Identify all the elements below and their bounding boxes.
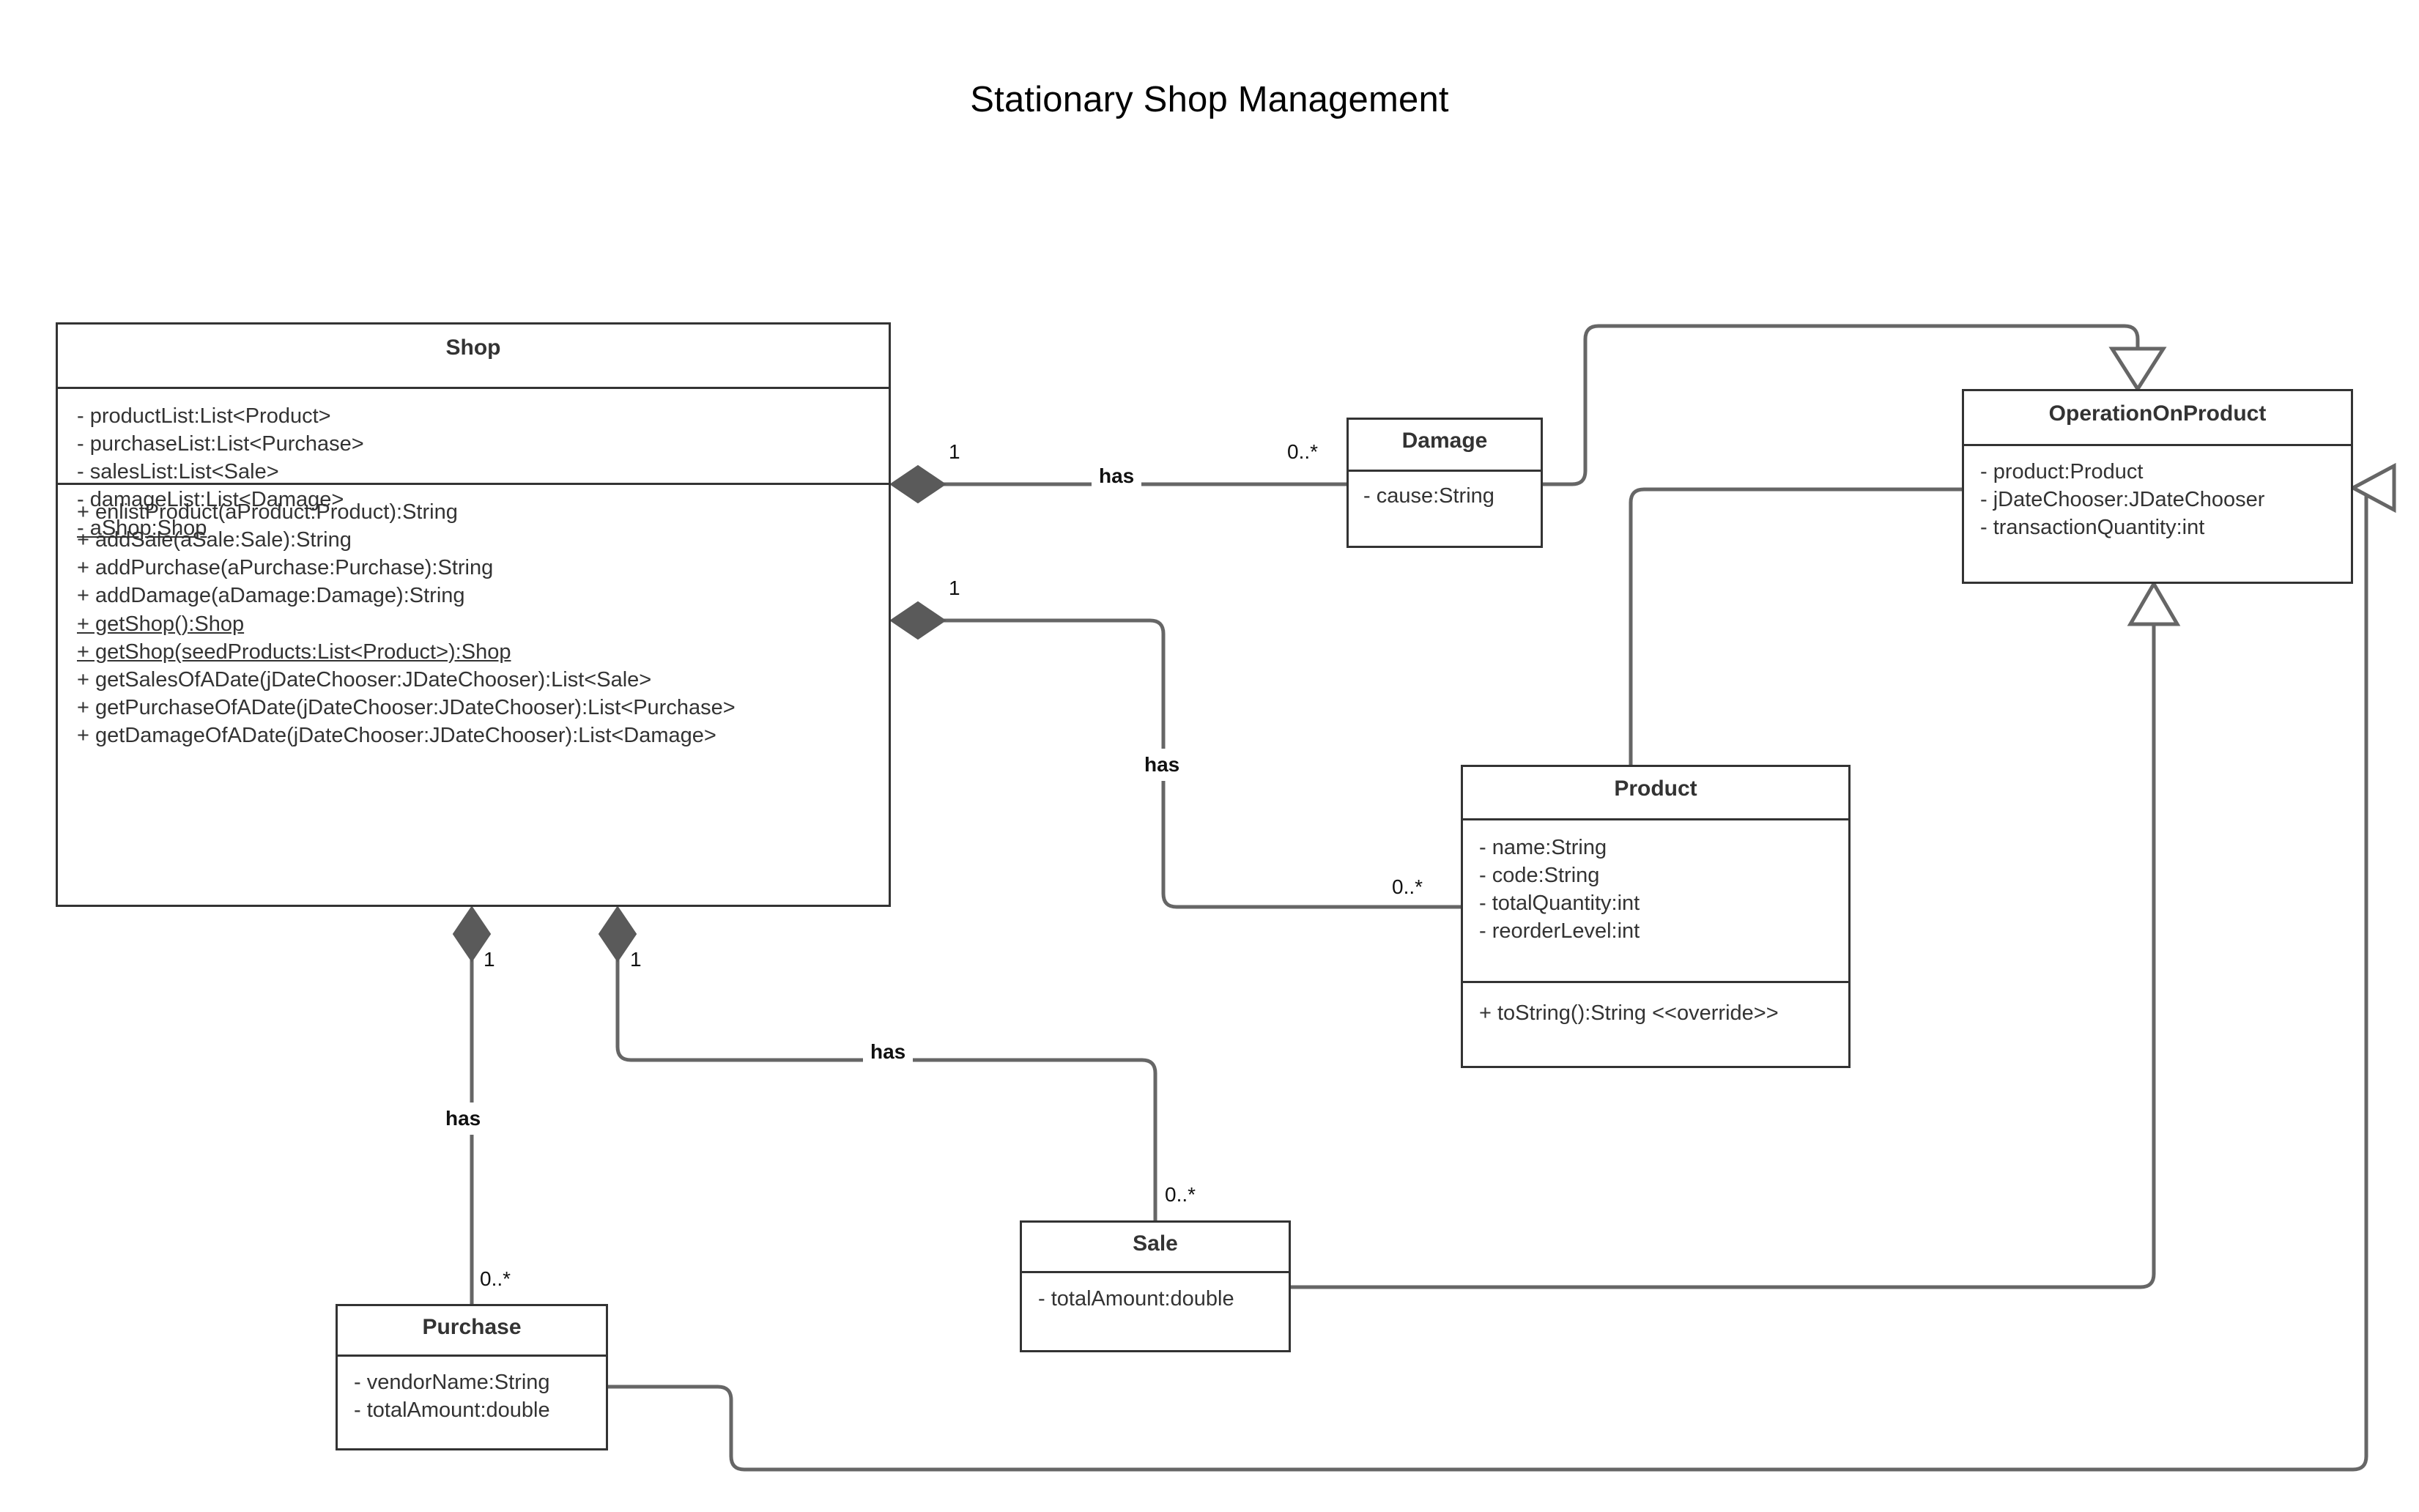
class-name-operationonproduct: OperationOnProduct [2048, 401, 2267, 426]
class-box-sale[interactable]: Sale - totalAmount:double [1020, 1220, 1291, 1352]
attribute: - cause:String [1363, 484, 1494, 508]
class-name-sale: Sale [1133, 1231, 1178, 1256]
edge-label-shop-product-target-multiplicity: 0..* [1392, 875, 1423, 898]
class-name-damage: Damage [1401, 429, 1488, 453]
operation: + toString():String <<override>> [1479, 1001, 1779, 1025]
attribute: - name:String [1479, 836, 1607, 859]
class-attributes-operationonproduct: - product:Product - jDateChooser:JDateCh… [1964, 444, 2351, 541]
attribute: - product:Product [1980, 460, 2144, 483]
attribute: - code:String [1479, 864, 1600, 888]
operation: + getDamageOfADate(jDateChooser:JDateCho… [77, 724, 716, 747]
edge-product-operationonproduct [1629, 487, 1962, 765]
edge-label-shop-purchase-source-multiplicity: 1 [484, 948, 495, 971]
operation-static: + getShop():Shop [77, 612, 245, 636]
class-attributes-damage: - cause:String [1349, 470, 1541, 510]
attribute: - totalAmount:double [354, 1398, 550, 1423]
edge-label-shop-product-source-multiplicity: 1 [949, 577, 960, 599]
operation: + getPurchaseOfADate(jDateChooser:JDateC… [77, 695, 736, 719]
edge-label-shop-sale-target-multiplicity: 0..* [1165, 1183, 1196, 1206]
attribute: - reorderLevel:int [1479, 919, 1640, 944]
edge-label-shop-purchase-target-multiplicity: 0..* [480, 1267, 511, 1290]
operation: + getSalesOfADate(jDateChooser:JDateChoo… [77, 667, 652, 692]
class-attributes-purchase: - vendorName:String - totalAmount:double [338, 1354, 606, 1424]
class-attributes-shop: - productList:List<Product> - purchaseLi… [58, 387, 889, 540]
diagram-title: Stationary Shop Management [970, 80, 1449, 119]
operation: + addDamage(aDamage:Damage):String [77, 584, 465, 608]
attribute: - salesList:List<Sale> [77, 460, 279, 484]
attribute: - vendorName:String [354, 1371, 550, 1394]
attribute: - transactionQuantity:int [1980, 516, 2205, 540]
edge-label-shop-damage-source-multiplicity: 1 [949, 440, 960, 463]
class-name-product: Product [1614, 777, 1697, 801]
edge-label-shop-damage-name: has [1092, 464, 1142, 488]
attribute: - productList:List<Product> [77, 404, 331, 428]
uml-class-diagram: Stationary Shop Management 1 has 0..* 1 … [0, 0, 2419, 1512]
class-box-operationonproduct[interactable]: OperationOnProduct - product:Product - j… [1962, 389, 2353, 584]
class-box-shop[interactable]: Shop - productList:List<Product> - purch… [56, 322, 891, 907]
attribute: - purchaseList:List<Purchase> [77, 432, 364, 456]
edge-label-shop-damage-target-multiplicity: 0..* [1287, 440, 1319, 463]
operation: + enlistProduct(aProduct:Product):String [77, 500, 458, 524]
operation-static: + getShop(seedProducts:List<Product>):Sh… [77, 640, 511, 664]
attribute: - totalAmount:double [1038, 1287, 1234, 1311]
edge-label-shop-purchase-name: has [445, 1102, 481, 1135]
edge-label-shop-sale-name: has [863, 1040, 914, 1064]
attribute: - totalQuantity:int [1479, 892, 1640, 916]
class-name-shop: Shop [445, 336, 501, 360]
attribute: - jDateChooser:JDateChooser [1980, 488, 2265, 512]
edge-label-shop-sale-source-multiplicity: 1 [630, 948, 642, 971]
operation: + addPurchase(aPurchase:Purchase):String [77, 556, 494, 580]
class-operations-shop: + enlistProduct(aProduct:Product):String… [58, 483, 889, 749]
class-box-purchase[interactable]: Purchase - vendorName:String - totalAmou… [336, 1304, 608, 1450]
class-box-damage[interactable]: Damage - cause:String [1346, 418, 1543, 548]
class-operations-product: + toString():String <<override>> [1463, 981, 1848, 1027]
class-box-product[interactable]: Product - name:String - code:String - to… [1461, 765, 1851, 1068]
class-attributes-product: - name:String - code:String - totalQuant… [1463, 818, 1848, 981]
edge-shop-sale [598, 905, 1157, 1220]
edge-label-shop-product-name: has [1144, 749, 1180, 781]
class-attributes-sale: - totalAmount:double [1022, 1271, 1289, 1313]
class-name-purchase: Purchase [422, 1315, 522, 1339]
operation: + addSale(aSale:Sale):String [77, 528, 352, 552]
